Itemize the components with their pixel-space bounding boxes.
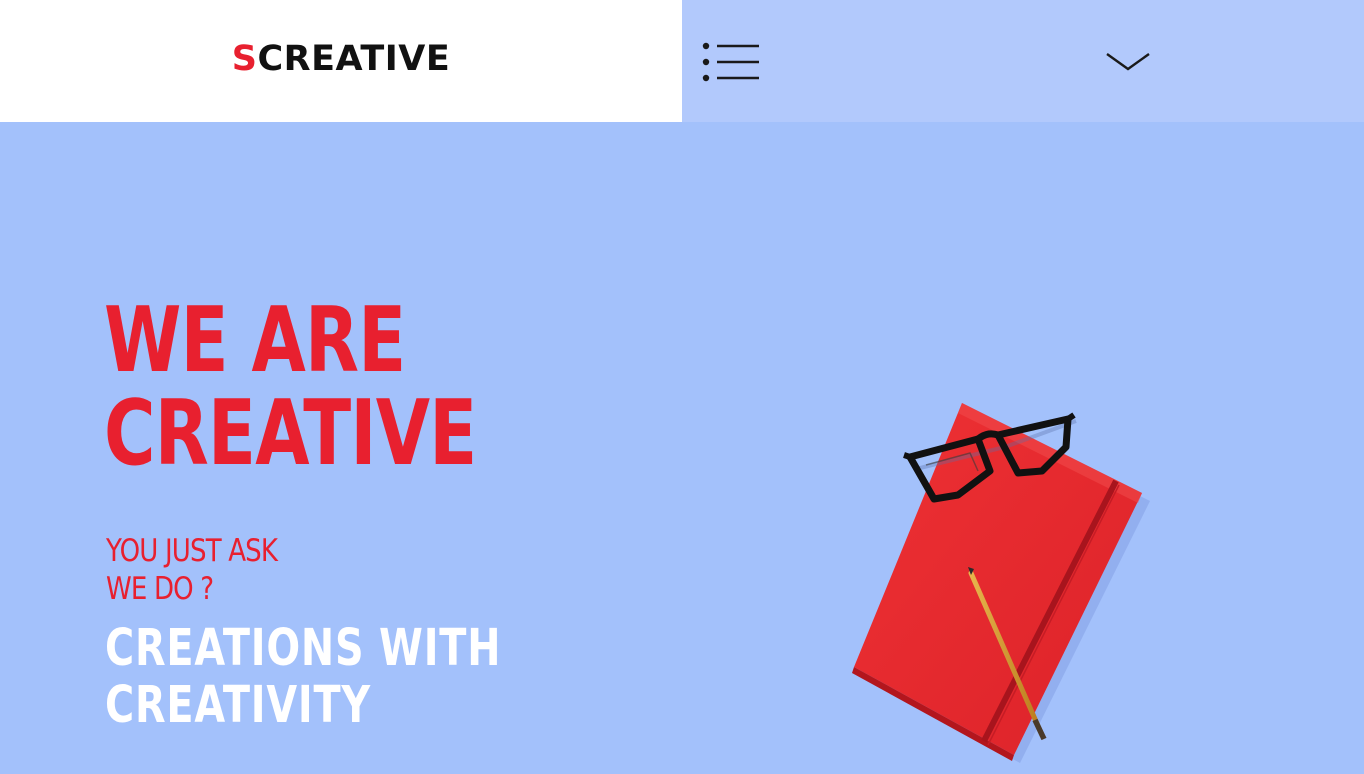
hero-title-line-1: WE ARE	[104, 288, 406, 393]
hero-subtitle-line-1: YOU JUST ASK	[106, 533, 278, 569]
notebook-illustration	[830, 395, 1160, 769]
hero-tagline: CREATIONS WITH CREATIVITY	[105, 620, 501, 734]
hero-title-line-2: CREATIVE	[104, 381, 477, 486]
nav-panel	[682, 0, 1364, 122]
hero-tagline-line-2: CREATIVITY	[105, 676, 371, 735]
notebook-glasses-pencil-image	[852, 403, 1150, 763]
hero-subtitle: YOU JUST ASK WE DO ?	[106, 532, 278, 608]
hero-tagline-line-1: CREATIONS WITH	[105, 619, 502, 678]
dropdown-button[interactable]	[1104, 48, 1152, 76]
logo-text: CREATIVE	[257, 39, 451, 79]
menu-button[interactable]	[702, 41, 760, 83]
logo-accent-letter: S	[231, 39, 258, 79]
list-menu-icon	[702, 42, 759, 82]
top-bar: SCREATIVE	[0, 0, 1364, 122]
logo-panel: SCREATIVE	[0, 0, 682, 122]
chevron-down-icon	[1106, 53, 1150, 71]
logo[interactable]: SCREATIVE	[232, 39, 451, 79]
hero-subtitle-line-2: WE DO ?	[106, 571, 214, 607]
hero-title: WE ARE CREATIVE	[104, 288, 477, 486]
